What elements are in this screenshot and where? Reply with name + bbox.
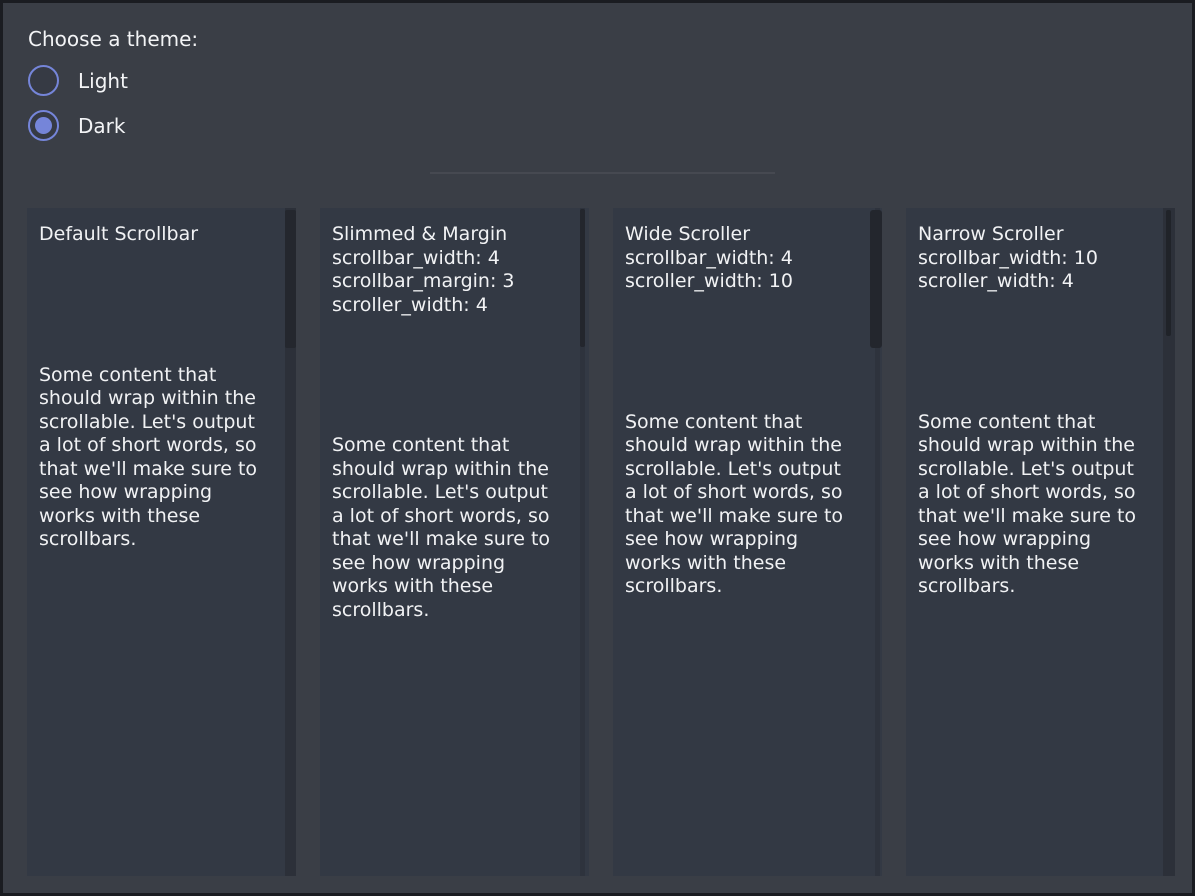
radio-dot-unselected [35, 72, 52, 89]
panel-title: Wide Scroller scrollbar_width: 4 scrolle… [613, 208, 882, 294]
scrollbar-thumb[interactable] [580, 209, 585, 347]
panel-body-text: Some content that should wrap within the… [906, 411, 1175, 599]
theme-chooser: Choose a theme: Light Dark [28, 27, 198, 141]
radio-button-dark-icon[interactable] [28, 110, 59, 141]
radio-label-light: Light [78, 69, 128, 93]
panels-row: Default Scrollbar Some content that shou… [27, 208, 1175, 876]
radio-dot-selected [35, 117, 52, 134]
panel-title: Narrow Scroller scrollbar_width: 10 scro… [906, 208, 1175, 294]
scrollbar-thumb[interactable] [1166, 210, 1171, 336]
scroll-panel-narrow-scroller: Narrow Scroller scrollbar_width: 10 scro… [906, 208, 1175, 876]
scroll-panel-slimmed-margin: Slimmed & Margin scrollbar_width: 4 scro… [320, 208, 589, 876]
panel-body-text: Some content that should wrap within the… [320, 434, 589, 622]
app-window: Choose a theme: Light Dark Default Scrol… [0, 0, 1195, 896]
scrollbar-thumb[interactable] [285, 210, 296, 348]
panel-title: Default Scrollbar [27, 208, 296, 247]
scrollbar-thumb[interactable] [870, 210, 882, 348]
scroll-panel-default: Default Scrollbar Some content that shou… [27, 208, 296, 876]
theme-chooser-label: Choose a theme: [28, 27, 198, 51]
scroll-panel-wide-scroller: Wide Scroller scrollbar_width: 4 scrolle… [613, 208, 882, 876]
radio-label-dark: Dark [78, 114, 125, 138]
radio-option-dark[interactable]: Dark [28, 110, 198, 141]
radio-button-light-icon[interactable] [28, 65, 59, 96]
panel-title: Slimmed & Margin scrollbar_width: 4 scro… [320, 208, 589, 317]
radio-option-light[interactable]: Light [28, 65, 198, 96]
panel-body-text: Some content that should wrap within the… [613, 411, 882, 599]
panel-body-text: Some content that should wrap within the… [27, 364, 296, 552]
section-divider [430, 172, 775, 174]
